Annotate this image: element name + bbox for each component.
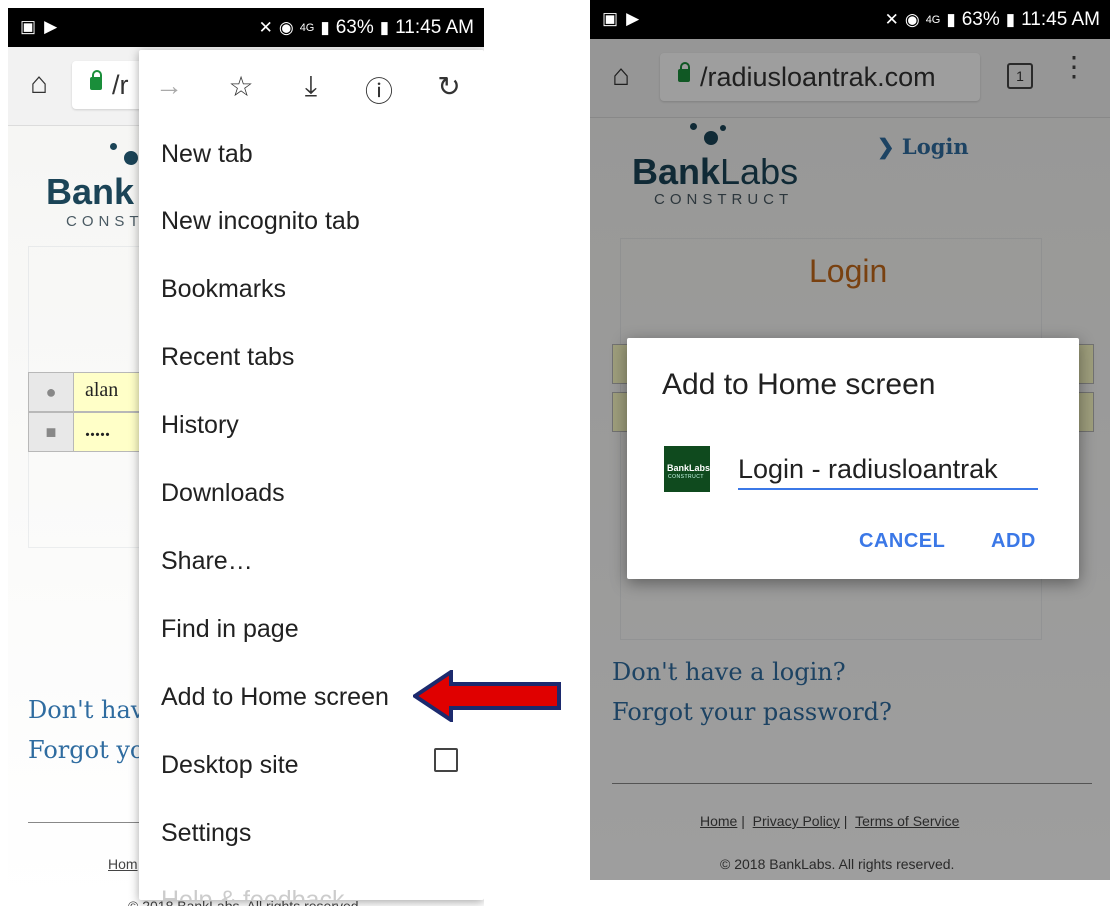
menu-icon-row: → ☆ ⤓ ⓘ ↻ (139, 50, 484, 124)
mute-icon: ✕ (258, 18, 273, 37)
network-type: 4G (299, 22, 315, 34)
add-to-home-dialog: Add to Home screen BankLabs CONSTRUCT CA… (627, 338, 1079, 579)
mute-icon: ✕ (884, 10, 899, 29)
username-value: alan (85, 379, 119, 401)
menu-item-settings[interactable]: Settings (161, 819, 251, 848)
clock: 11:45 AM (1021, 9, 1100, 30)
menu-item-new-incognito-tab[interactable]: New incognito tab (161, 207, 360, 236)
battery-icon: ▮ (379, 18, 390, 37)
add-button[interactable]: ADD (991, 530, 1036, 553)
menu-item-add-to-home-screen[interactable]: Add to Home screen (161, 683, 389, 712)
footer-divider (28, 822, 148, 823)
no-login-link[interactable]: Don't hav (28, 696, 144, 724)
clock: 11:45 AM (395, 17, 474, 38)
dialog-title: Add to Home screen (662, 368, 936, 401)
user-icon: ● (29, 373, 74, 411)
reload-icon[interactable]: ↻ (429, 70, 469, 103)
wifi-icon: ◉ (278, 18, 294, 37)
play-icon: ▶ (44, 17, 58, 36)
lock-field-icon: ■ (29, 413, 74, 451)
star-icon[interactable]: ☆ (221, 70, 261, 103)
download-icon[interactable]: ⤓ (291, 70, 331, 103)
chrome-overflow-menu: → ☆ ⤓ ⓘ ↻ New tab New incognito tab Book… (139, 50, 484, 900)
menu-item-history[interactable]: History (161, 411, 239, 440)
username-field[interactable]: ● alan (28, 372, 150, 412)
menu-item-share[interactable]: Share… (161, 547, 253, 576)
password-value: ..... (85, 419, 110, 441)
battery-percent: 63% (961, 9, 1000, 30)
info-icon[interactable]: ⓘ (359, 70, 399, 110)
menu-item-recent-tabs[interactable]: Recent tabs (161, 343, 294, 372)
menu-item-find-in-page[interactable]: Find in page (161, 615, 299, 644)
gallery-icon: ▣ (602, 9, 619, 28)
play-icon: ▶ (626, 9, 640, 28)
menu-item-downloads[interactable]: Downloads (161, 479, 285, 508)
right-screenshot: ▣ ▶ ✕ ◉ 4G ▮ 63% ▮ 11:45 AM ⌂ /radiusloa… (590, 0, 1110, 880)
status-bar: ▣ ▶ ✕ ◉ 4G ▮ 63% ▮ 11:45 AM (8, 8, 484, 47)
left-screenshot: ▣ ▶ ✕ ◉ 4G ▮ 63% ▮ 11:45 AM ⌂ /r Bank CO… (8, 8, 484, 906)
cancel-button[interactable]: CANCEL (859, 530, 945, 553)
menu-item-bookmarks[interactable]: Bookmarks (161, 275, 286, 304)
signal-icon: ▮ (946, 10, 956, 29)
wifi-icon: ◉ (904, 10, 920, 29)
red-arrow-annotation (413, 670, 561, 722)
signal-icon: ▮ (320, 18, 330, 37)
lock-icon (90, 70, 102, 91)
url-text: /r (112, 70, 129, 100)
app-icon: BankLabs CONSTRUCT (664, 446, 710, 492)
forgot-password-link[interactable]: Forgot yo (28, 736, 144, 764)
shortcut-name-input[interactable] (738, 450, 1038, 490)
battery-percent: 63% (335, 17, 374, 38)
menu-item-help-feedback[interactable]: Help & feedback (161, 886, 344, 900)
network-type: 4G (925, 14, 941, 26)
menu-item-new-tab[interactable]: New tab (161, 140, 253, 169)
battery-icon: ▮ (1005, 10, 1016, 29)
forward-icon[interactable]: → (149, 70, 189, 102)
footer-home-link[interactable]: Hom (108, 856, 138, 872)
desktop-site-checkbox[interactable] (434, 748, 458, 772)
gallery-icon: ▣ (20, 17, 37, 36)
status-bar: ▣ ▶ ✕ ◉ 4G ▮ 63% ▮ 11:45 AM (590, 0, 1110, 39)
menu-item-desktop-site[interactable]: Desktop site (161, 751, 299, 780)
password-field[interactable]: ■ ..... (28, 412, 150, 452)
home-icon[interactable]: ⌂ (20, 65, 58, 103)
